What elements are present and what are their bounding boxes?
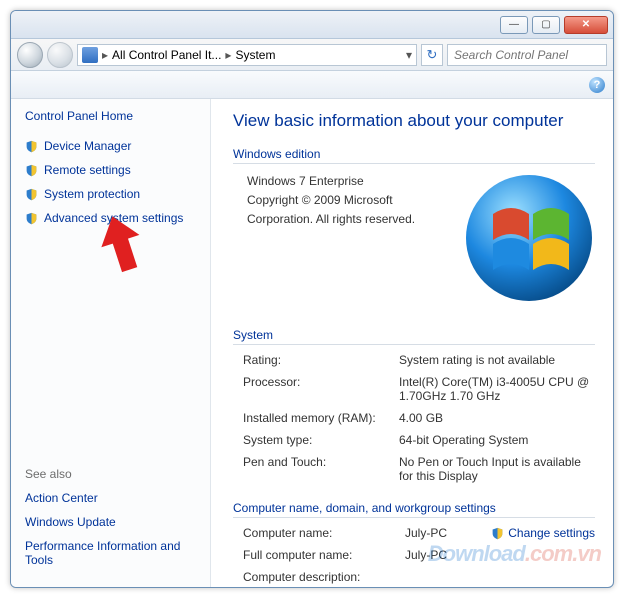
sidebar-item-label: Remote settings — [44, 163, 131, 177]
change-settings-link[interactable]: Change settings — [491, 526, 595, 540]
shield-icon — [25, 140, 38, 153]
toolbar: ? — [11, 71, 613, 99]
rating-label: Rating: — [243, 353, 393, 367]
computer-name-label: Computer name: — [243, 526, 399, 540]
sidebar-link-device-manager[interactable]: Device Manager — [25, 139, 196, 153]
computer-description-value — [405, 570, 485, 584]
system-heading: System — [233, 328, 595, 345]
body: Control Panel Home Device Manager Remote… — [11, 99, 613, 587]
help-icon[interactable]: ? — [589, 77, 605, 93]
windows-edition-block: Windows 7 Enterprise Copyright © 2009 Mi… — [233, 172, 595, 304]
sidebar-item-label: Performance Information and Tools — [25, 539, 196, 567]
computer-name-value: July-PC — [405, 526, 485, 540]
shield-icon — [25, 212, 38, 225]
sidebar-link-advanced-system-settings[interactable]: Advanced system settings — [25, 211, 196, 225]
windows-copyright: Copyright © 2009 Microsoft Corporation. … — [247, 191, 443, 229]
processor-value: Intel(R) Core(TM) i3-4005U CPU @ 1.70GHz… — [399, 375, 595, 403]
system-window: — ▢ ✕ ▸ All Control Panel It... ▸ System… — [10, 10, 614, 588]
page-title: View basic information about your comput… — [233, 111, 595, 131]
computer-description-label: Computer description: — [243, 570, 399, 584]
system-properties: Rating: System rating is not available P… — [233, 353, 595, 483]
windows-logo-icon — [463, 172, 595, 304]
search-input[interactable] — [447, 44, 607, 66]
sidebar-link-system-protection[interactable]: System protection — [25, 187, 196, 201]
see-also-performance-info[interactable]: Performance Information and Tools — [25, 539, 196, 567]
processor-label: Processor: — [243, 375, 393, 403]
see-also-windows-update[interactable]: Windows Update — [25, 515, 196, 529]
see-also-heading: See also — [25, 467, 196, 481]
ram-value: 4.00 GB — [399, 411, 595, 425]
computer-settings-block: Computer name: July-PC Change settings F… — [233, 526, 595, 587]
sidebar-item-label: System protection — [44, 187, 140, 201]
see-also-action-center[interactable]: Action Center — [25, 491, 196, 505]
close-button[interactable]: ✕ — [564, 16, 608, 34]
windows-edition-text: Windows 7 Enterprise Copyright © 2009 Mi… — [233, 172, 443, 304]
control-panel-home-link[interactable]: Control Panel Home — [25, 109, 196, 123]
breadcrumb-level1[interactable]: All Control Panel It... — [112, 48, 221, 62]
sidebar-item-label: Device Manager — [44, 139, 131, 153]
pen-touch-label: Pen and Touch: — [243, 455, 393, 483]
shield-icon — [491, 527, 504, 540]
change-settings-label: Change settings — [508, 526, 595, 540]
maximize-button[interactable]: ▢ — [532, 16, 560, 34]
computer-name-heading: Computer name, domain, and workgroup set… — [233, 501, 595, 518]
breadcrumb-sep-icon: ▸ — [102, 48, 108, 62]
sidebar-item-label: Advanced system settings — [44, 211, 183, 225]
system-type-value: 64-bit Operating System — [399, 433, 595, 447]
address-bar: ▸ All Control Panel It... ▸ System ▾ ↻ — [11, 39, 613, 71]
shield-icon — [25, 164, 38, 177]
full-computer-name-label: Full computer name: — [243, 548, 399, 562]
breadcrumb[interactable]: ▸ All Control Panel It... ▸ System ▾ — [77, 44, 417, 66]
shield-icon — [25, 188, 38, 201]
system-type-label: System type: — [243, 433, 393, 447]
sidebar-item-label: Action Center — [25, 491, 98, 505]
full-computer-name-value: July-PC — [405, 548, 485, 562]
windows-edition-name: Windows 7 Enterprise — [247, 172, 443, 191]
control-panel-icon — [82, 47, 98, 63]
nav-back-button[interactable] — [17, 42, 43, 68]
sidebar-link-remote-settings[interactable]: Remote settings — [25, 163, 196, 177]
rating-link[interactable]: System rating is not available — [399, 353, 595, 367]
breadcrumb-sep-icon: ▸ — [225, 48, 231, 62]
windows-edition-heading: Windows edition — [233, 147, 595, 164]
breadcrumb-level2[interactable]: System — [235, 48, 275, 62]
pen-touch-value: No Pen or Touch Input is available for t… — [399, 455, 595, 483]
breadcrumb-dropdown-icon[interactable]: ▾ — [406, 48, 412, 62]
content-pane: View basic information about your comput… — [211, 99, 613, 587]
titlebar: — ▢ ✕ — [11, 11, 613, 39]
sidebar-item-label: Windows Update — [25, 515, 116, 529]
nav-forward-button[interactable] — [47, 42, 73, 68]
refresh-button[interactable]: ↻ — [421, 44, 443, 66]
ram-label: Installed memory (RAM): — [243, 411, 393, 425]
minimize-button[interactable]: — — [500, 16, 528, 34]
sidebar: Control Panel Home Device Manager Remote… — [11, 99, 211, 587]
